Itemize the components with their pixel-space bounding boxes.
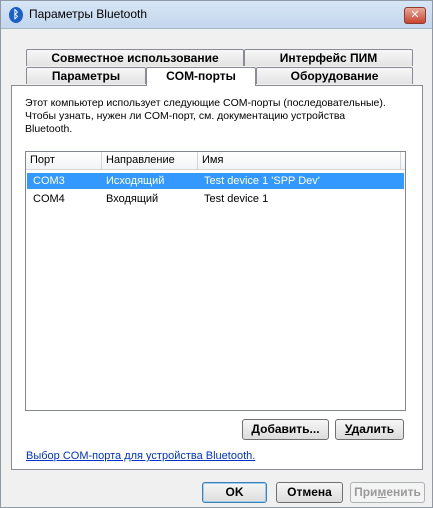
- column-header-name[interactable]: Имя: [198, 152, 401, 170]
- column-header-port[interactable]: Порт: [26, 152, 102, 170]
- table-row[interactable]: COM3 Исходящий Test device 1 'SPP Dev': [27, 173, 404, 189]
- bluetooth-settings-window: ᛒ Параметры Bluetooth ✕ Совместное испол…: [0, 0, 433, 508]
- cancel-button[interactable]: Отмена: [276, 482, 343, 503]
- cell-direction: Исходящий: [106, 175, 165, 187]
- bluetooth-icon: ᛒ: [9, 7, 23, 23]
- apply-label-start: При: [354, 485, 378, 499]
- cell-port: COM4: [33, 193, 65, 205]
- tab-hardware[interactable]: Оборудование: [256, 67, 413, 84]
- add-label: обавить...: [260, 422, 320, 436]
- cell-name: Test device 1: [204, 193, 269, 205]
- title-bar[interactable]: ᛒ Параметры Bluetooth ✕: [1, 1, 432, 29]
- remove-accelerator: У: [344, 422, 352, 436]
- tab-row-top: Совместное использование Интерфейс ПИМ: [26, 49, 413, 66]
- apply-label-end: енить: [386, 485, 421, 499]
- remove-label: далить: [351, 422, 395, 436]
- add-accelerator: Д: [251, 422, 261, 436]
- com-port-selection-link[interactable]: Выбор COM-порта для устройства Bluetooth…: [26, 450, 255, 462]
- apply-accelerator: м: [377, 485, 387, 499]
- apply-button[interactable]: Применить: [350, 482, 425, 503]
- tab-com-ports[interactable]: COM-порты: [146, 67, 256, 86]
- com-ports-description: Этот компьютер использует следующие COM-…: [25, 97, 386, 135]
- tab-sharing[interactable]: Совместное использование: [26, 49, 244, 66]
- remove-button[interactable]: Удалить: [335, 419, 404, 440]
- tab-parameters[interactable]: Параметры: [26, 67, 146, 84]
- tab-pim-interface[interactable]: Интерфейс ПИМ: [244, 49, 413, 66]
- cell-port: COM3: [33, 175, 65, 187]
- ok-button[interactable]: OK: [202, 482, 267, 503]
- list-header: Порт Направление Имя: [26, 152, 405, 170]
- add-button[interactable]: Добавить...: [242, 419, 329, 440]
- table-row[interactable]: COM4 Входящий Test device 1: [27, 191, 404, 207]
- tab-row-bottom: Параметры COM-порты Оборудование: [26, 67, 413, 86]
- cell-name: Test device 1 'SPP Dev': [204, 175, 320, 187]
- column-header-direction[interactable]: Направление: [102, 152, 198, 170]
- cell-direction: Входящий: [106, 193, 159, 205]
- com-ports-list[interactable]: Порт Направление Имя COM3 Исходящий Test…: [25, 151, 406, 411]
- close-button[interactable]: ✕: [404, 7, 426, 24]
- window-title: Параметры Bluetooth: [29, 7, 148, 21]
